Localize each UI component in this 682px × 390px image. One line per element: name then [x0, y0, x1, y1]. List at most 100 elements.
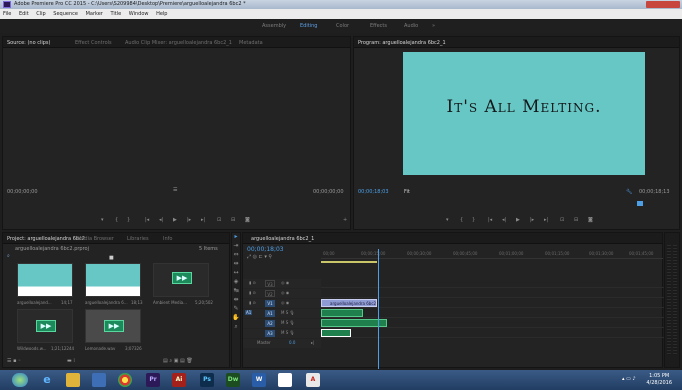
menu-help[interactable]: Help [153, 9, 170, 17]
rate-stretch-tool-icon[interactable]: ↔ [232, 269, 240, 278]
source-goto-out-icon[interactable]: ▸| [201, 217, 205, 223]
menu-edit[interactable]: Edit [16, 9, 32, 17]
project-item-thumbnail[interactable]: ▶▶ [17, 309, 73, 343]
hand-tool-icon[interactable]: ✋ [232, 314, 240, 323]
track-select-tool-icon[interactable]: ⇥ [232, 242, 240, 251]
source-mark-out2-icon[interactable]: } [127, 217, 130, 223]
menu-file[interactable]: File [0, 9, 14, 17]
workspace-more[interactable]: » [432, 23, 435, 29]
program-step-forward-icon[interactable]: |▸ [530, 217, 534, 223]
ripple-edit-tool-icon[interactable]: ⇔ [232, 251, 240, 260]
source-goto-in-icon[interactable]: |◂ [145, 217, 149, 223]
sort-icon[interactable]: ▬ ⁞ [67, 358, 75, 364]
program-extract-icon[interactable]: ⊟ [574, 217, 578, 223]
program-playhead-marker[interactable] [637, 201, 643, 206]
tab-media-browser[interactable]: Media Browser [77, 236, 114, 242]
slide-tool-icon[interactable]: ⇼ [232, 296, 240, 305]
track-visibility-icons[interactable]: ◎ ◉ [281, 280, 289, 285]
source-export-frame-icon[interactable]: ◙ [245, 217, 250, 223]
track-visibility-icons[interactable]: ◎ ◉ [281, 290, 289, 295]
track-label[interactable]: V3 [265, 280, 275, 287]
tab-libraries[interactable]: Libraries [127, 236, 149, 242]
program-goto-in-icon[interactable]: |◂ [488, 217, 492, 223]
project-item-thumbnail[interactable] [17, 263, 73, 297]
new-item-icons[interactable]: ▤ ⌕ ▣ ▤ 🗑︎ [163, 358, 193, 364]
track-label[interactable]: A2 [265, 320, 275, 327]
track-mute-solo-icons[interactable]: M S 🎙︎ [281, 310, 295, 315]
photoshop-taskbar-icon[interactable]: Ps [200, 373, 214, 387]
tab-source[interactable]: Source: (no clips) [7, 40, 50, 46]
chrome-icon[interactable] [118, 373, 132, 387]
workspace-color[interactable]: Color [336, 23, 349, 29]
timeline-timecode[interactable]: 00;00;18;03 [247, 246, 284, 253]
program-step-back-icon[interactable]: ◂| [502, 217, 506, 223]
source-timecode-left[interactable]: 00;00;00;00 [7, 189, 38, 195]
track-mute-solo-icons[interactable]: M S 🎙︎ [281, 330, 295, 335]
timeline-ruler[interactable]: 00;00 00;00;15;00 00;00;30;00 00;00;45;0… [321, 249, 663, 259]
source-settings-icon[interactable]: ☰ [173, 187, 177, 193]
workspace-audio[interactable]: Audio [404, 23, 418, 29]
track-toggle-icons[interactable]: ▮ ⊙ [249, 290, 256, 295]
source-step-back-icon[interactable]: ◂| [159, 217, 163, 223]
menu-window[interactable]: Window [126, 9, 152, 17]
tab-project[interactable]: Project: arguelloalejandra 6bc2 [7, 236, 85, 242]
workspace-assembly[interactable]: Assembly [262, 23, 286, 29]
workspace-effects[interactable]: Effects [370, 23, 387, 29]
source-step-forward-icon[interactable]: |▸ [187, 217, 191, 223]
project-item-thumbnail[interactable]: ▶▶ [153, 263, 209, 297]
tab-audio-clip-mixer[interactable]: Audio Clip Mixer: arguelloalejandra 6bc2… [125, 40, 232, 46]
source-add-button-icon[interactable]: + [343, 217, 347, 223]
browser-window-taskbar-icon[interactable] [278, 373, 292, 387]
rolling-edit-tool-icon[interactable]: ⇹ [232, 260, 240, 269]
acrobat-taskbar-icon[interactable]: A [306, 373, 320, 387]
tab-effect-controls[interactable]: Effect Controls [75, 40, 112, 46]
slip-tool-icon[interactable]: ↹ [232, 287, 240, 296]
program-export-frame-icon[interactable]: ◙ [588, 217, 593, 223]
program-play-icon[interactable]: ▶ [516, 217, 520, 223]
system-tray-icons[interactable]: ▴ ▭ ♪ [622, 376, 636, 382]
project-item-thumbnail[interactable]: ▶▶ [85, 309, 141, 343]
program-timecode[interactable]: 00;00;18;03 [358, 189, 389, 195]
timeline-audio-clip[interactable] [321, 309, 363, 317]
tab-sequence[interactable]: arguelloalejandra 6bc2_1 [251, 236, 314, 242]
timeline-video-clip[interactable]: arguelloalejandra 6bc2 [321, 299, 377, 307]
program-lift-icon[interactable]: ⊡ [560, 217, 564, 223]
start-button-icon[interactable] [12, 373, 28, 387]
source-play-icon[interactable]: ▶ [173, 217, 177, 223]
master-track-value[interactable]: 0.0 [289, 340, 295, 345]
source-overwrite-icon[interactable]: ⊟ [231, 217, 235, 223]
program-mark-out-icon[interactable]: } [472, 217, 475, 223]
work-area-bar[interactable] [321, 261, 377, 263]
source-patch-a1[interactable]: A1 [245, 310, 253, 315]
program-video-frame[interactable]: It's All Melting. [403, 52, 645, 175]
source-insert-icon[interactable]: ⊡ [217, 217, 221, 223]
timeline-settings-icons[interactable]: ⤢ ◎ ⊏ ▾ ⚲ [247, 254, 272, 260]
menu-sequence[interactable]: Sequence [50, 9, 81, 17]
menu-marker[interactable]: Marker [83, 9, 106, 17]
project-item-thumbnail[interactable] [85, 263, 141, 297]
dreamweaver-taskbar-icon[interactable]: Dw [226, 373, 240, 387]
razor-tool-icon[interactable]: ◈ [232, 278, 240, 287]
menu-title[interactable]: Title [107, 9, 124, 17]
program-marker-icon[interactable]: ▾ [446, 217, 449, 223]
tab-metadata[interactable]: Metadata [239, 40, 263, 46]
internet-explorer-icon[interactable]: e [40, 373, 54, 387]
pen-tool-icon[interactable]: ✎ [232, 305, 240, 314]
track-toggle-icons[interactable]: ▮ ⊙ [249, 300, 256, 305]
list-view-icon[interactable]: ☰ ▪ ◦ [7, 358, 21, 364]
track-visibility-icons[interactable]: ◎ ◉ [281, 300, 289, 305]
tab-info[interactable]: Info [163, 236, 172, 242]
program-fit-select[interactable]: Fit [404, 189, 410, 195]
search-icon[interactable]: ⌕ [7, 253, 10, 259]
track-label[interactable]: A3 [265, 330, 275, 337]
windows-media-icon[interactable] [92, 373, 106, 387]
selection-tool-icon[interactable]: ▸ [232, 233, 240, 242]
source-mark-out-icon[interactable]: { [115, 217, 118, 223]
source-mark-in-icon[interactable]: ▾ [101, 217, 104, 223]
zoom-tool-icon[interactable]: ⌕ [232, 323, 240, 332]
track-label[interactable]: V1 [265, 300, 275, 307]
workspace-editing[interactable]: Editing [300, 23, 317, 29]
timeline-audio-clip[interactable] [321, 329, 351, 337]
word-taskbar-icon[interactable]: W [252, 373, 266, 387]
track-mute-solo-icons[interactable]: M S 🎙︎ [281, 320, 295, 325]
